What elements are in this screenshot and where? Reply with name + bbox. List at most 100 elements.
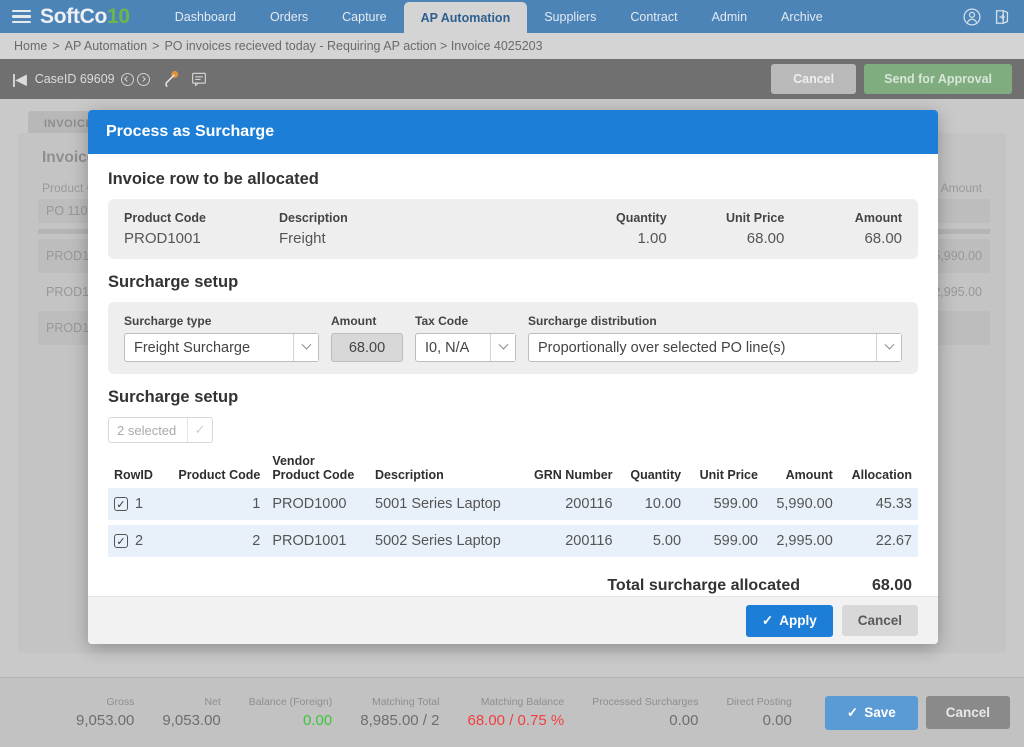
case-id-label: CaseID 69609 xyxy=(34,72,115,86)
invoice-quantity-label: Quantity xyxy=(615,211,667,225)
nav-tabs: Dashboard Orders Capture AP Automation Suppl… xyxy=(158,0,840,33)
lines-table-body: ✓ 1 1 PROD1000 5001 Series Laptop 200116 10.00… xyxy=(108,488,918,557)
summary-footer-bar: Gross 9,053.00 Net 9,053.00 Balance (Foreign… xyxy=(0,677,1024,747)
amount-field: Amount xyxy=(331,314,403,362)
dialog-title-bar: Process as Surcharge xyxy=(88,110,938,154)
table-row[interactable]: ✓ 2 2 PROD1001 5002 Series Laptop 200116 5.00 5… xyxy=(108,525,918,557)
vendor-product-code-cell: PROD1000 xyxy=(272,496,347,512)
surcharge-setup-row: Surcharge type Freight Surcharge Amount … xyxy=(124,314,902,362)
back-to-start-icon[interactable]: |◀ xyxy=(12,71,27,88)
chevron-down-icon xyxy=(490,334,515,361)
brand-suffix-text: 10 xyxy=(107,4,130,28)
dialog-cancel-button[interactable]: Cancel xyxy=(841,605,918,636)
brand-logo[interactable]: SoftCo10 xyxy=(0,0,130,33)
row-checkbox[interactable]: ✓ xyxy=(114,534,128,549)
summary-item-label: Direct Posting xyxy=(726,696,792,708)
invoice-product-code-label: Product Code xyxy=(124,211,206,225)
paperclip-icon[interactable] xyxy=(161,69,181,89)
logout-icon[interactable] xyxy=(992,7,1012,27)
invoice-unit-price-label: Unit Price xyxy=(725,211,785,225)
summary-buttons: ✓ Save Cancel xyxy=(824,695,1010,730)
breadcrumb-item[interactable]: PO invoices recieved today - Requiring A… xyxy=(164,39,542,53)
breadcrumb-separator: > xyxy=(52,39,60,53)
surcharge-setup-panel: Surcharge type Freight Surcharge Amount … xyxy=(108,302,918,374)
product-code-cell: 2 xyxy=(252,533,261,549)
quantity-cell: 10.00 xyxy=(644,496,682,512)
tax-code-label: Tax Code xyxy=(415,314,469,328)
hamburger-menu-icon[interactable] xyxy=(12,9,31,24)
amount-label: Amount xyxy=(331,314,377,328)
nav-tab-capture[interactable]: Capture xyxy=(325,0,403,33)
row-id-value: 2 xyxy=(135,533,144,549)
row-checkbox[interactable]: ✓ xyxy=(114,497,128,512)
summary-item-value: 0.00 xyxy=(303,712,333,729)
nav-tab-suppliers[interactable]: Suppliers xyxy=(527,0,613,33)
nav-tab-archive[interactable]: Archive xyxy=(764,0,840,33)
surcharge-lines-table: RowID Product Code Vendor Product Code Descr… xyxy=(108,451,918,557)
surcharge-type-label: Surcharge type xyxy=(124,314,212,328)
breadcrumb-item[interactable]: AP Automation xyxy=(65,39,147,53)
check-icon: ✓ xyxy=(187,418,212,442)
chevron-down-icon xyxy=(876,334,901,361)
case-action-bar: |◀ CaseID 69609 Cancel Send for Approval xyxy=(0,59,1024,99)
surcharge-setup-heading: Surcharge setup xyxy=(108,273,239,291)
lines-header-row: RowID Product Code Vendor Product Code Descr… xyxy=(108,451,918,488)
distribution-field: Surcharge distribution Proportionally ov… xyxy=(528,314,902,362)
allocation-cell: 22.67 xyxy=(875,533,912,549)
invoice-description-cell: Description Freight xyxy=(279,211,549,247)
invoice-row-grid: Product Code PROD1001 Description Freigh… xyxy=(124,211,902,247)
breadcrumb-item[interactable]: Home xyxy=(14,39,47,53)
nav-tab-admin[interactable]: Admin xyxy=(695,0,764,33)
apply-button-label: Apply xyxy=(779,613,817,628)
distribution-label: Surcharge distribution xyxy=(528,314,657,328)
tax-code-select[interactable]: I0, N/A xyxy=(415,333,516,362)
amount-cell: 5,990.00 xyxy=(776,496,833,512)
amount-input[interactable] xyxy=(331,333,403,362)
summary-item-value: 68.00 / 0.75 % xyxy=(467,712,565,729)
bg-row-amount: 2,995.00 xyxy=(933,285,982,299)
column-header-rowid: RowID xyxy=(114,468,153,482)
circle-left-icon[interactable] xyxy=(120,72,134,86)
summary-item-label: Processed Surcharges xyxy=(592,696,699,708)
selected-lines-dropdown[interactable]: 2 selected ✓ xyxy=(108,417,213,443)
apply-button[interactable]: ✓ Apply xyxy=(745,604,833,637)
summary-item: Matching Total 8,985.00 / 2 xyxy=(346,696,453,729)
column-header-product-code: Product Code xyxy=(178,468,261,482)
breadcrumb: Home > AP Automation > PO invoices recieved … xyxy=(0,33,1024,59)
surcharge-type-select[interactable]: Freight Surcharge xyxy=(124,333,319,362)
column-header-vendor-product-code: Vendor Product Code xyxy=(272,454,355,482)
user-circle-icon[interactable] xyxy=(962,7,982,27)
summary-item: Balance (Foreign) 0.00 xyxy=(235,696,346,729)
nav-tab-ap-automation[interactable]: AP Automation xyxy=(403,2,528,33)
invoice-row-heading: Invoice row to be allocated xyxy=(108,170,319,188)
product-code-cell: 1 xyxy=(252,496,261,512)
summary-items: Gross 9,053.00 Net 9,053.00 Balance (Foreign… xyxy=(14,696,806,729)
circle-right-icon[interactable] xyxy=(136,72,150,86)
cancel-case-button[interactable]: Cancel xyxy=(771,64,857,94)
action-bar-buttons: Cancel Send for Approval xyxy=(771,64,1012,94)
summary-item: Net 9,053.00 xyxy=(148,696,234,729)
surcharge-type-field: Surcharge type Freight Surcharge xyxy=(124,314,319,362)
save-button[interactable]: ✓ Save xyxy=(824,695,918,730)
send-for-approval-button[interactable]: Send for Approval xyxy=(864,64,1012,94)
distribution-value: Proportionally over selected PO line(s) xyxy=(538,339,786,356)
description-cell: 5002 Series Laptop xyxy=(375,533,501,549)
column-header-amount: Amount xyxy=(785,468,833,482)
distribution-select[interactable]: Proportionally over selected PO line(s) xyxy=(528,333,902,362)
total-value: 68.00 xyxy=(871,577,912,594)
nav-tab-contract[interactable]: Contract xyxy=(613,0,694,33)
invoice-unit-price-value: 68.00 xyxy=(746,230,785,247)
nav-tab-dashboard[interactable]: Dashboard xyxy=(158,0,253,33)
quantity-cell: 5.00 xyxy=(652,533,682,549)
dialog-title: Process as Surcharge xyxy=(106,123,275,140)
nav-tab-orders[interactable]: Orders xyxy=(253,0,325,33)
tax-code-field: Tax Code I0, N/A xyxy=(415,314,516,362)
summary-item-label: Gross xyxy=(106,696,135,708)
comment-icon[interactable] xyxy=(190,70,208,88)
row-id-cell: ✓ 2 xyxy=(108,525,164,557)
summary-item-label: Matching Balance xyxy=(480,696,565,708)
cancel-button[interactable]: Cancel xyxy=(925,696,1010,729)
table-row[interactable]: ✓ 1 1 PROD1000 5001 Series Laptop 200116 10.00… xyxy=(108,488,918,520)
summary-item: Processed Surcharges 0.00 xyxy=(578,696,712,729)
column-header-grn-number: GRN Number xyxy=(534,468,613,482)
